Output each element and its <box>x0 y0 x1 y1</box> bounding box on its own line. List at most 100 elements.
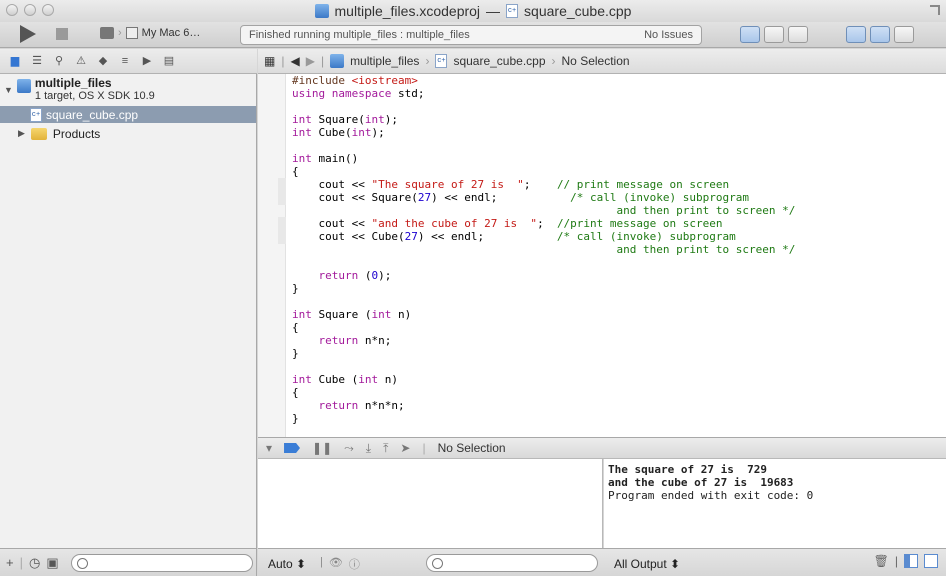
symbol-navigator-icon[interactable]: ☰ <box>30 55 44 67</box>
navigator-item-square-cube[interactable]: c+ square_cube.cpp <box>0 106 256 123</box>
editor-gutter[interactable] <box>258 74 286 437</box>
step-in-icon[interactable]: ⤓ <box>366 441 371 456</box>
code-line[interactable]: return n*n; <box>292 334 795 347</box>
code-line[interactable]: int Cube (int n) <box>292 373 795 386</box>
code-line[interactable]: cout << "and the cube of 27 is "; //prin… <box>292 217 795 230</box>
pause-icon[interactable]: ❚❚ <box>312 441 332 455</box>
project-icon <box>330 54 345 68</box>
code-line[interactable]: int Square(int); <box>292 113 795 126</box>
debug-navigator-icon[interactable]: ≡ <box>118 55 132 67</box>
code-line[interactable]: return (0); <box>292 269 795 282</box>
xcode-project-icon <box>314 4 329 18</box>
project-navigator: ▼ multiple_files 1 target, OS X SDK 10.9… <box>0 74 257 548</box>
code-token-plain: n*n; <box>358 334 392 347</box>
fullscreen-icon[interactable] <box>930 5 940 15</box>
zoom-window-button[interactable] <box>42 4 54 16</box>
code-line[interactable]: cout << Cube(27) << endl; /* call (invok… <box>292 230 795 243</box>
toggle-utilities-button[interactable] <box>894 26 914 43</box>
code-line[interactable]: using namespace std; <box>292 87 795 100</box>
issues-status[interactable]: No Issues <box>644 29 693 41</box>
project-navigator-icon[interactable]: ▆ <box>8 55 22 67</box>
code-line[interactable] <box>292 100 795 113</box>
change-marker <box>278 178 286 205</box>
code-line[interactable]: return n*n*n; <box>292 399 795 412</box>
variables-view[interactable] <box>258 459 603 548</box>
forward-arrow-icon[interactable]: ▶ <box>306 54 315 68</box>
recent-files-icon[interactable]: ◷ <box>29 555 40 571</box>
code-token-plain: } <box>292 282 299 295</box>
disclosure-open-icon[interactable]: ▼ <box>4 85 13 102</box>
code-line[interactable] <box>292 256 795 269</box>
stop-button[interactable] <box>56 28 68 40</box>
issue-navigator-icon[interactable]: ⚠ <box>74 55 88 67</box>
code-line[interactable]: { <box>292 386 795 399</box>
navigator-item-products[interactable]: ▶ Products <box>0 125 100 142</box>
console-output[interactable]: The square of 27 is 729 and the cube of 2… <box>604 459 946 548</box>
test-navigator-icon[interactable]: ◆ <box>96 55 110 67</box>
trash-icon[interactable]: 🗑 <box>874 554 889 568</box>
assistant-editor-button[interactable] <box>764 26 784 43</box>
toggle-navigator-button[interactable] <box>846 26 866 43</box>
code-line[interactable]: { <box>292 165 795 178</box>
code-token-plain: cout << Cube( <box>292 230 405 243</box>
related-items-icon[interactable]: ▦ <box>264 54 275 68</box>
source-editor[interactable]: #include <iostream> using namespace std; i… <box>258 74 946 437</box>
code-line[interactable] <box>292 139 795 152</box>
console-line: The square of 27 is 729 <box>608 463 767 476</box>
variables-filter-input[interactable] <box>426 554 598 572</box>
version-editor-button[interactable] <box>788 26 808 43</box>
window-title-project: multiple_files.xcodeproj <box>334 3 481 19</box>
back-arrow-icon[interactable]: ◀ <box>290 54 299 68</box>
variables-scope-popup[interactable]: Auto ⬍ <box>268 557 306 571</box>
code-line[interactable]: } <box>292 412 795 425</box>
code-text[interactable]: #include <iostream> using namespace std; i… <box>292 74 795 425</box>
jump-bar-selection[interactable]: No Selection <box>562 54 630 68</box>
code-line[interactable]: and then print to screen */ <box>292 204 796 217</box>
code-line[interactable]: cout << Square(27) << endl; /* call (inv… <box>292 191 795 204</box>
code-line[interactable]: } <box>292 282 795 295</box>
jump-bar-project[interactable]: multiple_files <box>350 54 419 68</box>
code-token-number: 27 <box>404 230 418 243</box>
disclosure-closed-icon[interactable]: ▶ <box>18 128 25 139</box>
hide-debug-area-icon[interactable]: ▾ <box>266 441 272 455</box>
standard-editor-button[interactable] <box>740 26 760 43</box>
code-line[interactable] <box>292 360 795 373</box>
code-line[interactable]: int Square (int n) <box>292 308 795 321</box>
navigator-filter-input[interactable] <box>70 553 253 572</box>
code-line[interactable]: int Cube(int); <box>292 126 795 139</box>
add-icon[interactable]: + <box>6 555 14 570</box>
code-token-keyword: int <box>358 373 379 386</box>
show-variables-icon[interactable] <box>904 554 918 568</box>
code-line[interactable]: and then print to screen */ <box>292 243 796 256</box>
scheme-selector[interactable]: › My Mac 6… <box>100 27 200 39</box>
navigator-project-row[interactable]: ▼ multiple_files 1 target, OS X SDK 10.9 <box>4 76 155 102</box>
quick-look-icon[interactable]: 👁 <box>329 556 343 572</box>
navigator-item-label: square_cube.cpp <box>46 107 139 122</box>
info-icon[interactable]: ⓘ <box>349 556 360 572</box>
code-line[interactable]: #include <iostream> <box>292 74 795 87</box>
run-button[interactable] <box>20 25 36 43</box>
breakpoint-navigator-icon[interactable]: ▶ <box>140 55 154 67</box>
close-window-button[interactable] <box>6 4 18 16</box>
breakpoints-toggle-icon[interactable] <box>284 443 301 453</box>
location-icon[interactable]: ➤ <box>400 441 410 455</box>
step-out-icon[interactable]: ⤒ <box>383 441 388 456</box>
title-bar: multiple_files.xcodeproj — c+ square_cub… <box>0 0 946 22</box>
step-over-icon[interactable]: ⤳ <box>344 441 354 456</box>
console-line: Program ended with exit code: 0 <box>608 489 814 502</box>
minimize-window-button[interactable] <box>24 4 36 16</box>
toggle-debug-area-button[interactable] <box>870 26 890 43</box>
scm-files-icon[interactable]: ▣ <box>46 555 58 571</box>
activity-viewer: Finished running multiple_files : multip… <box>240 25 702 45</box>
log-navigator-icon[interactable]: ▤ <box>162 55 176 67</box>
code-line[interactable]: { <box>292 321 795 334</box>
code-line[interactable]: } <box>292 347 795 360</box>
console-scope-popup[interactable]: All Output ⬍ <box>614 557 680 571</box>
code-line[interactable]: cout << "The square of 27 is "; // print… <box>292 178 795 191</box>
find-navigator-icon[interactable]: ⚲ <box>52 55 66 67</box>
code-token-comment: /* call (invoke) subprogram <box>556 230 736 243</box>
code-line[interactable] <box>292 295 795 308</box>
jump-bar-file[interactable]: square_cube.cpp <box>453 54 545 68</box>
show-console-icon[interactable] <box>924 554 938 568</box>
code-line[interactable]: int main() <box>292 152 795 165</box>
